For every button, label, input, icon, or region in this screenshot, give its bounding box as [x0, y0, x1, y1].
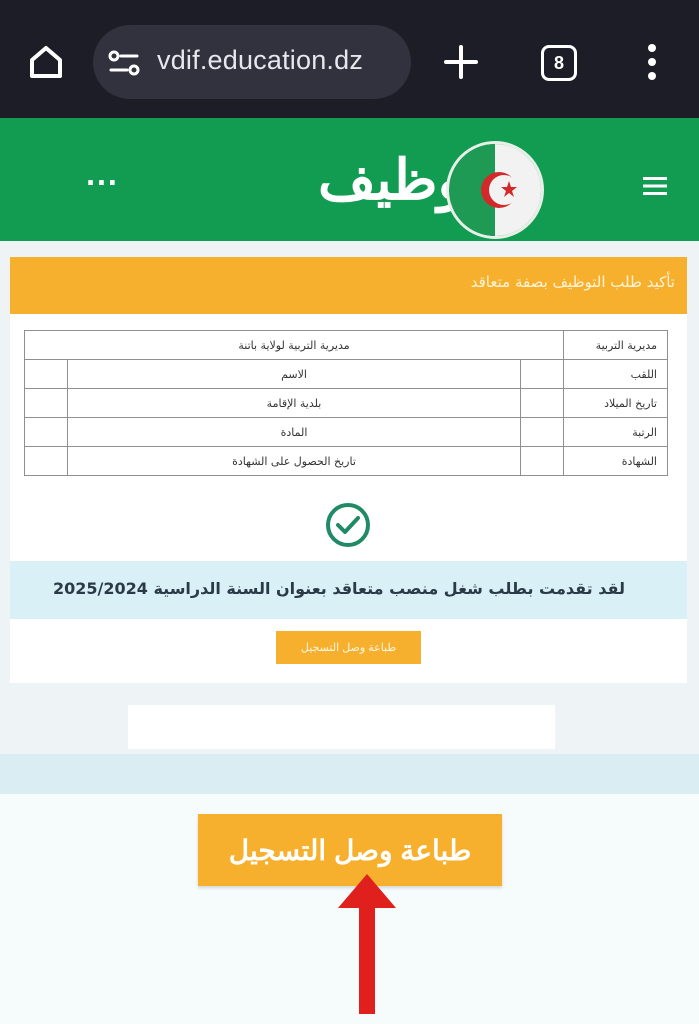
table-cell-label: اللقب	[563, 359, 668, 389]
url-text[interactable]: vdif.education.dz	[157, 45, 363, 76]
success-check-icon	[326, 503, 370, 547]
table-cell-label: المادة	[67, 417, 521, 447]
site-header: ... توظيف	[0, 118, 699, 241]
new-tab-icon[interactable]	[443, 44, 479, 80]
card-banner: تأكيد طلب التوظيف بصفة متعاقد	[10, 257, 687, 314]
table-cell-label: مديرية التربية	[563, 330, 668, 360]
application-notice: لقد تقدمت بطلب شغل منصب متعاقد بعنوان ال…	[10, 561, 687, 619]
table-cell-value	[519, 359, 565, 389]
divider-band	[0, 754, 699, 794]
notice-text: لقد تقدمت بطلب شغل منصب متعاقد بعنوان ال…	[52, 579, 625, 598]
browser-toolbar: vdif.education.dz 8	[0, 0, 699, 118]
site-settings-icon[interactable]	[107, 49, 141, 77]
table-cell-label: الشهادة	[563, 446, 668, 476]
address-bar[interactable]: vdif.education.dz	[93, 25, 411, 99]
home-icon[interactable]	[26, 42, 66, 82]
tab-switcher-button[interactable]: 8	[541, 45, 577, 81]
table-row: الرتبة المادة	[23, 417, 668, 447]
applicant-info-table: مديرية التربية مديرية التربية لولاية بات…	[23, 330, 668, 476]
table-cell-value	[23, 388, 69, 418]
red-arrow-icon	[338, 874, 396, 1014]
registration-confirmation-card: تأكيد طلب التوظيف بصفة متعاقد مديرية الت…	[10, 257, 687, 683]
site-logo-text: توظيف	[318, 147, 482, 213]
table-row: تاريخ الميلاد بلدية الإقامة	[23, 388, 668, 418]
table-cell-label: بلدية الإقامة	[67, 388, 521, 418]
table-cell-value	[23, 359, 69, 389]
header-more-menu[interactable]: ...	[84, 162, 120, 192]
table-cell-value	[519, 388, 565, 418]
table-cell-label: تاريخ الحصول على الشهادة	[67, 446, 521, 476]
table-cell-value	[23, 446, 69, 476]
hamburger-menu-icon[interactable]	[641, 175, 669, 197]
banner-title: تأكيد طلب التوظيف بصفة متعاقد	[470, 273, 675, 291]
table-row: الشهادة تاريخ الحصول على الشهادة	[23, 446, 668, 476]
table-cell-value: مديرية التربية لولاية باتنة	[24, 330, 564, 360]
table-cell-label: الرتبة	[563, 417, 668, 447]
table-row: مديرية التربية مديرية التربية لولاية بات…	[24, 330, 668, 360]
table-cell-value	[23, 417, 69, 447]
print-receipt-button-small[interactable]: طباعة وصل التسجيل	[276, 631, 421, 664]
table-cell-value	[519, 417, 565, 447]
table-cell-label: تاريخ الميلاد	[563, 388, 668, 418]
more-options-icon[interactable]	[642, 42, 662, 82]
table-cell-value	[519, 446, 565, 476]
table-cell-label: الاسم	[67, 359, 521, 389]
empty-panel	[128, 705, 555, 749]
algeria-flag-logo	[446, 141, 544, 239]
table-row: اللقب الاسم	[23, 359, 668, 389]
